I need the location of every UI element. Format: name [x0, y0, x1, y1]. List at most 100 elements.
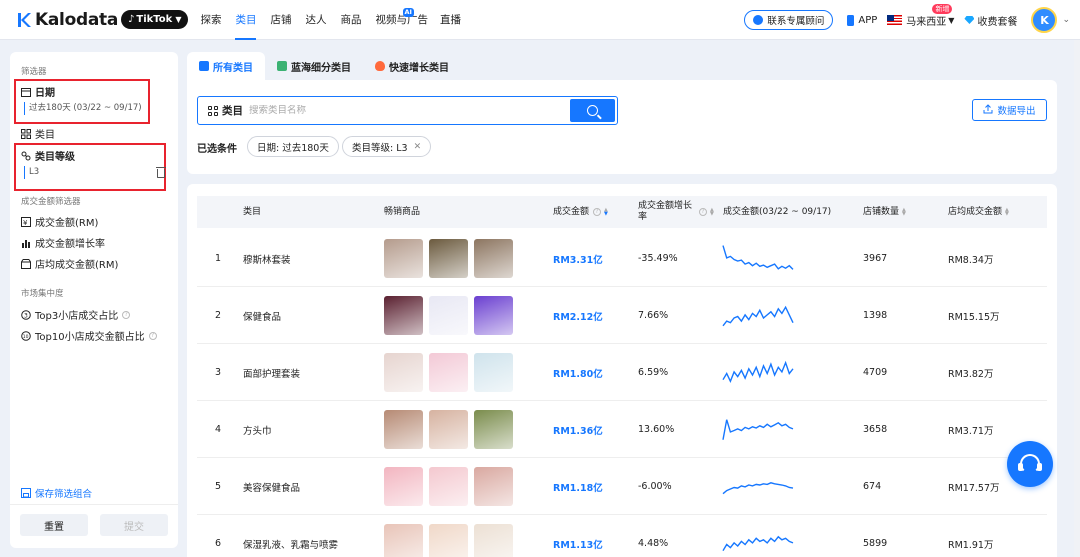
close-icon[interactable]: ✕ — [414, 142, 422, 152]
brand-logo[interactable]: Kalodata — [16, 10, 118, 30]
avg-gmv-cell: RM3.82万 — [948, 368, 994, 380]
gmv-cell[interactable]: RM3.31亿 — [553, 230, 603, 287]
table-row[interactable]: 5 美容保健食品 RM1.18亿 -6.00% 674 RM17.57万 — [197, 458, 1047, 515]
product-thumbnail[interactable] — [474, 353, 513, 392]
category-name-cell[interactable]: 美容保健食品 — [243, 458, 300, 515]
save-combo-label: 保存筛选组合 — [35, 489, 93, 500]
table-row[interactable]: 6 保湿乳液、乳霜与喷雾 RM1.13亿 4.48% 5899 RM1.91万 — [197, 515, 1047, 557]
info-icon[interactable]: ? — [593, 208, 602, 216]
tab-all-categories[interactable]: 所有类目 — [187, 52, 265, 80]
product-thumbnail[interactable] — [429, 524, 468, 557]
product-thumbnail[interactable] — [429, 353, 468, 392]
date-value[interactable]: 过去180天 (03/22 ~ 09/17) — [24, 102, 142, 115]
nav-category[interactable]: 类目 — [235, 0, 257, 40]
product-thumbnail[interactable] — [474, 467, 513, 506]
col-shop-count[interactable]: 店铺数量 ▲ ▼ — [863, 196, 906, 228]
platform-label: TikTok — [136, 14, 173, 25]
trash-icon[interactable] — [156, 167, 166, 178]
reset-button[interactable]: 重置 — [20, 514, 88, 536]
product-thumbnail[interactable] — [429, 467, 468, 506]
nav-video-ads[interactable]: 视频与广告 AI — [375, 0, 428, 40]
product-thumbnail[interactable] — [429, 410, 468, 449]
app-link[interactable]: APP — [847, 14, 877, 26]
product-thumbnail[interactable] — [429, 239, 468, 278]
category-name-cell[interactable]: 保湿乳液、乳霜与喷雾 — [243, 515, 338, 557]
level-condition-chip[interactable]: 类目等级: L3 ✕ — [342, 136, 432, 157]
search-scope[interactable]: 类目 — [208, 103, 243, 118]
rank-cell: 2 — [215, 310, 222, 321]
col-avg-gmv[interactable]: 店均成交金额 ▲ ▼ — [948, 196, 1009, 228]
tab-blue-ocean[interactable]: 蓝海细分类目 — [265, 52, 363, 80]
category-name-cell[interactable]: 保健食品 — [243, 287, 281, 344]
caret-down-icon: ▼ — [175, 15, 182, 24]
pricing-link[interactable]: 收费套餐 — [964, 13, 1017, 28]
tab-fast-growth[interactable]: 快速增长类目 — [363, 52, 461, 80]
search-input[interactable] — [249, 105, 549, 116]
submit-button[interactable]: 提交 — [100, 514, 168, 536]
table-row[interactable]: 1 穆斯林套装 RM3.31亿 -35.49% 3967 RM8.34万 — [197, 230, 1047, 287]
export-button[interactable]: 数据导出 — [972, 99, 1047, 121]
nav-live[interactable]: 直播 — [440, 0, 461, 40]
gmv-growth-filter[interactable]: 成交金额增长率 — [21, 235, 105, 250]
info-icon[interactable]: ? — [699, 208, 707, 216]
level-label: 类目等级 — [35, 152, 75, 163]
col-gmv-growth[interactable]: 成交金额增长率 — [638, 196, 698, 228]
customer-support-button[interactable] — [1007, 441, 1053, 487]
top10-share-filter[interactable]: 10 Top10小店成交金额占比 ? — [21, 328, 157, 343]
nav-creator[interactable]: 达人 — [305, 0, 326, 40]
product-thumbnail[interactable] — [384, 353, 423, 392]
table-row[interactable]: 4 方头巾 RM1.36亿 13.60% 3658 RM3.71万 — [197, 401, 1047, 458]
top-products-cell — [384, 515, 519, 557]
info-icon[interactable]: ? — [122, 310, 131, 319]
product-thumbnail[interactable] — [474, 524, 513, 557]
caret-down-icon: ▼ — [948, 15, 955, 25]
col-gmv[interactable]: 成交金额? ▲ ▼ — [553, 196, 608, 228]
page-scrollbar[interactable] — [1074, 40, 1080, 557]
top3-share-filter[interactable]: 3 Top3小店成交占比 ? — [21, 307, 131, 322]
nav-explore[interactable]: 探索 — [200, 0, 221, 40]
date-condition-chip[interactable]: 日期: 过去180天 — [247, 136, 339, 157]
product-thumbnail[interactable] — [384, 467, 423, 506]
upload-icon — [983, 103, 993, 117]
category-name-cell[interactable]: 方头巾 — [243, 401, 272, 458]
platform-selector[interactable]: ♪ TikTok ▼ — [121, 10, 189, 29]
category-name-cell[interactable]: 穆斯林套装 — [243, 230, 291, 287]
chevron-down-icon[interactable]: ⌄ — [1062, 15, 1070, 25]
gmv-filter[interactable]: ¥ 成交金额(RM) — [21, 214, 98, 229]
region-selector[interactable]: 马来西亚 ▼ 新增 — [887, 3, 955, 28]
nav-product[interactable]: 商品 — [340, 0, 361, 40]
gmv-cell[interactable]: RM1.13亿 — [553, 515, 603, 557]
col-growth-sort[interactable]: ? ▲ ▼ — [695, 196, 714, 228]
level-value[interactable]: L3 — [24, 166, 39, 179]
category-filter[interactable]: 类目 — [21, 126, 55, 141]
product-thumbnail[interactable] — [384, 239, 423, 278]
search-button[interactable] — [570, 99, 615, 122]
category-level-filter[interactable]: 类目等级 — [21, 148, 75, 163]
product-thumbnail[interactable] — [384, 296, 423, 335]
product-thumbnail[interactable] — [474, 296, 513, 335]
product-thumbnail[interactable] — [474, 410, 513, 449]
save-filter-combo-link[interactable]: 保存筛选组合 — [21, 486, 92, 500]
table-row[interactable]: 3 面部护理套装 RM1.80亿 6.59% 4709 RM3.82万 — [197, 344, 1047, 401]
category-name-cell[interactable]: 面部护理套装 — [243, 344, 300, 401]
new-badge: 新增 — [932, 3, 953, 14]
avg-gmv-filter[interactable]: 店均成交金额(RM) — [21, 256, 118, 271]
consult-button[interactable]: 联系专属顾问 — [744, 10, 834, 30]
table-row[interactable]: 2 保健食品 RM2.12亿 7.66% 1398 RM15.15万 — [197, 287, 1047, 344]
gmv-cell[interactable]: RM1.18亿 — [553, 458, 603, 515]
avatar[interactable]: K — [1031, 7, 1058, 33]
product-thumbnail[interactable] — [429, 296, 468, 335]
gmv-cell[interactable]: RM1.80亿 — [553, 344, 603, 401]
product-thumbnail[interactable] — [474, 239, 513, 278]
date-filter[interactable]: 日期 — [21, 84, 55, 99]
product-thumbnail[interactable] — [384, 524, 423, 557]
product-thumbnail[interactable] — [384, 410, 423, 449]
gmv-cell[interactable]: RM2.12亿 — [553, 287, 603, 344]
grid-icon — [208, 105, 218, 116]
gmv-cell[interactable]: RM1.36亿 — [553, 401, 603, 458]
avg-gmv-cell: RM17.57万 — [948, 482, 1000, 494]
search-icon — [587, 105, 598, 116]
info-icon[interactable]: ? — [148, 331, 157, 340]
nav-shop[interactable]: 店铺 — [270, 0, 291, 40]
store-icon — [21, 258, 31, 269]
